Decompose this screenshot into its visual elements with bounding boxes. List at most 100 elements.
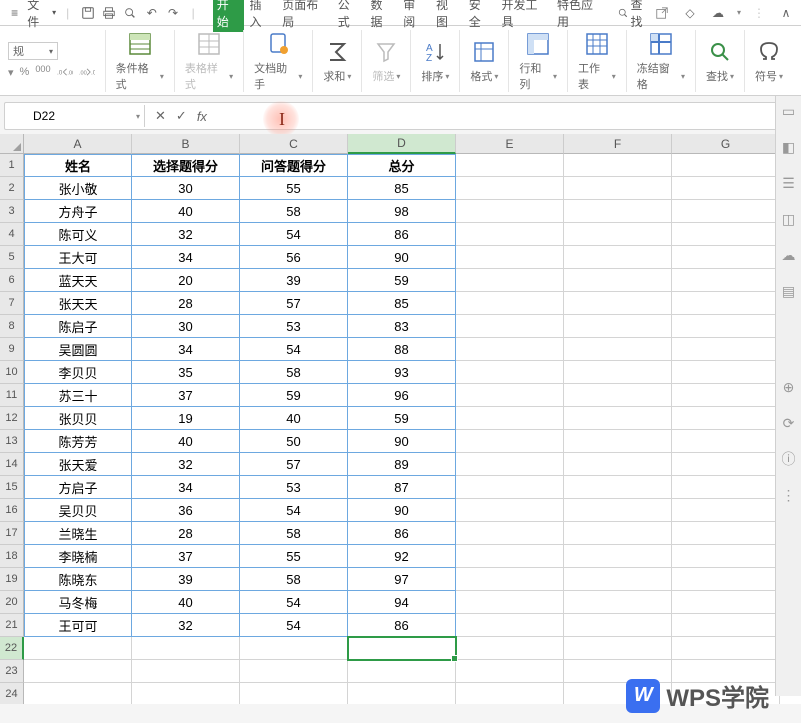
cell-C18[interactable]: 55 <box>240 545 348 568</box>
cell-D2[interactable]: 85 <box>348 177 456 200</box>
cell-G3[interactable] <box>672 200 780 223</box>
cell-F13[interactable] <box>564 430 672 453</box>
cell-G15[interactable] <box>672 476 780 499</box>
cell-D1[interactable]: 总分 <box>348 154 456 177</box>
cell-B3[interactable]: 40 <box>132 200 240 223</box>
cell-B18[interactable]: 37 <box>132 545 240 568</box>
cell-D10[interactable]: 93 <box>348 361 456 384</box>
tab-1[interactable]: 插入 <box>246 0 277 32</box>
cell-B7[interactable]: 28 <box>132 292 240 315</box>
row-header-20[interactable]: 20 <box>0 591 24 614</box>
cell-A23[interactable] <box>24 660 132 683</box>
cell-B6[interactable]: 20 <box>132 269 240 292</box>
cell-G4[interactable] <box>672 223 780 246</box>
preview-icon[interactable] <box>122 4 139 22</box>
fx-icon[interactable]: fx <box>197 109 207 124</box>
cell-A6[interactable]: 蓝天天 <box>24 269 132 292</box>
cell-F22[interactable] <box>564 637 672 660</box>
cell-B2[interactable]: 30 <box>132 177 240 200</box>
cell-D21[interactable]: 86 <box>348 614 456 637</box>
sidebar-analysis-icon[interactable]: ◫ <box>780 210 798 228</box>
undo-icon[interactable]: ↶ <box>143 4 160 22</box>
cell-F11[interactable] <box>564 384 672 407</box>
row-header-15[interactable]: 15 <box>0 476 24 499</box>
collapse-ribbon-icon[interactable]: ∧ <box>777 4 795 22</box>
cell-E4[interactable] <box>456 223 564 246</box>
cell-G13[interactable] <box>672 430 780 453</box>
cell-C10[interactable]: 58 <box>240 361 348 384</box>
percent-icon[interactable]: % <box>20 66 30 78</box>
tab-9[interactable]: 特色应用 <box>553 0 606 32</box>
cell-F20[interactable] <box>564 591 672 614</box>
cell-C22[interactable] <box>240 637 348 660</box>
cell-E19[interactable] <box>456 568 564 591</box>
tab-2[interactable]: 页面布局 <box>278 0 331 32</box>
cell-A14[interactable]: 张天爱 <box>24 453 132 476</box>
cell-G20[interactable] <box>672 591 780 614</box>
decrease-decimal-icon[interactable]: .0.00 <box>57 67 73 77</box>
cell-G18[interactable] <box>672 545 780 568</box>
cell-B5[interactable]: 34 <box>132 246 240 269</box>
cell-G8[interactable] <box>672 315 780 338</box>
cell-A22[interactable] <box>24 637 132 660</box>
sidebar-settings-icon[interactable]: ⓘ <box>780 450 798 468</box>
cell-A11[interactable]: 苏三十 <box>24 384 132 407</box>
cell-D22[interactable] <box>348 637 456 660</box>
cell-A4[interactable]: 陈可义 <box>24 223 132 246</box>
row-header-14[interactable]: 14 <box>0 453 24 476</box>
cell-C2[interactable]: 55 <box>240 177 348 200</box>
cell-B11[interactable]: 37 <box>132 384 240 407</box>
cell-E15[interactable] <box>456 476 564 499</box>
row-header-22[interactable]: 22 <box>0 637 24 660</box>
print-icon[interactable] <box>101 4 118 22</box>
cell-G2[interactable] <box>672 177 780 200</box>
cell-B10[interactable]: 35 <box>132 361 240 384</box>
cell-E13[interactable] <box>456 430 564 453</box>
cell-B21[interactable]: 32 <box>132 614 240 637</box>
row-header-4[interactable]: 4 <box>0 223 24 246</box>
accept-formula-icon[interactable]: ✓ <box>176 108 187 124</box>
col-header-B[interactable]: B <box>132 134 240 154</box>
cell-E18[interactable] <box>456 545 564 568</box>
row-header-8[interactable]: 8 <box>0 315 24 338</box>
cell-C21[interactable]: 54 <box>240 614 348 637</box>
row-header-6[interactable]: 6 <box>0 269 24 292</box>
cell-D24[interactable] <box>348 683 456 704</box>
cell-A5[interactable]: 王大可 <box>24 246 132 269</box>
cloud-icon[interactable]: ☁ <box>709 4 727 22</box>
cell-G16[interactable] <box>672 499 780 522</box>
row-header-13[interactable]: 13 <box>0 430 24 453</box>
cell-G22[interactable] <box>672 637 780 660</box>
cell-E16[interactable] <box>456 499 564 522</box>
row-header-24[interactable]: 24 <box>0 683 24 704</box>
cell-D17[interactable]: 86 <box>348 522 456 545</box>
cell-C8[interactable]: 53 <box>240 315 348 338</box>
cell-D12[interactable]: 59 <box>348 407 456 430</box>
cell-E20[interactable] <box>456 591 564 614</box>
row-header-3[interactable]: 3 <box>0 200 24 223</box>
cell-F10[interactable] <box>564 361 672 384</box>
cell-A1[interactable]: 姓名 <box>24 154 132 177</box>
sidebar-more-icon[interactable]: ⋮ <box>780 486 798 504</box>
cell-F15[interactable] <box>564 476 672 499</box>
cell-D3[interactable]: 98 <box>348 200 456 223</box>
cell-G5[interactable] <box>672 246 780 269</box>
currency-dropdown-icon[interactable]: ▾ <box>8 66 14 79</box>
row-header-10[interactable]: 10 <box>0 361 24 384</box>
ribbon-cond-format[interactable]: 条件格式▾ <box>106 30 175 92</box>
cell-F17[interactable] <box>564 522 672 545</box>
cell-B9[interactable]: 34 <box>132 338 240 361</box>
cell-F4[interactable] <box>564 223 672 246</box>
row-header-18[interactable]: 18 <box>0 545 24 568</box>
cell-B22[interactable] <box>132 637 240 660</box>
tab-0[interactable]: 开始 <box>213 0 244 32</box>
cell-B8[interactable]: 30 <box>132 315 240 338</box>
cell-F6[interactable] <box>564 269 672 292</box>
app-menu-icon[interactable]: ≡ <box>6 4 23 22</box>
cell-E8[interactable] <box>456 315 564 338</box>
cell-C20[interactable]: 54 <box>240 591 348 614</box>
cell-E11[interactable] <box>456 384 564 407</box>
cell-A19[interactable]: 陈晓东 <box>24 568 132 591</box>
cell-C16[interactable]: 54 <box>240 499 348 522</box>
col-header-D[interactable]: D <box>348 134 456 154</box>
